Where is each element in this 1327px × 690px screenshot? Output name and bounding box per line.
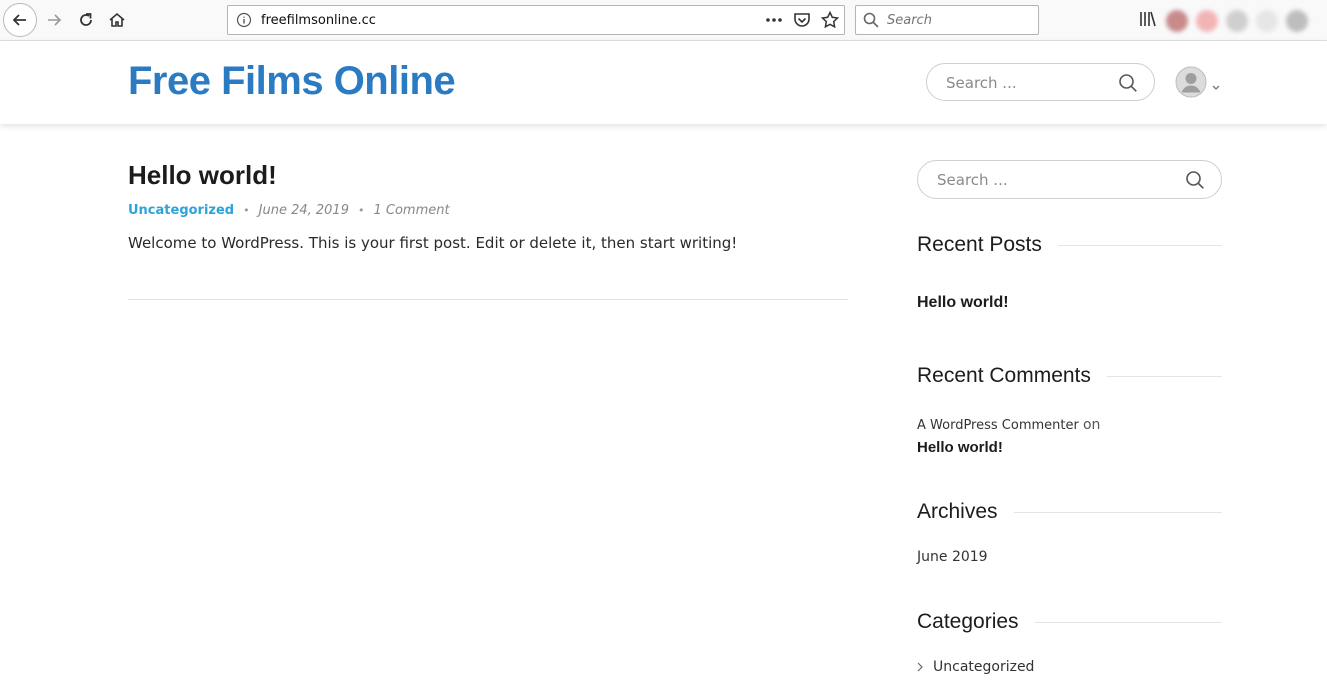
heading-rule xyxy=(1013,511,1222,513)
arrow-right-icon xyxy=(48,14,62,26)
heading-rule xyxy=(1034,621,1222,623)
search-icon[interactable] xyxy=(1118,73,1138,97)
user-avatar-icon[interactable] xyxy=(1175,66,1207,98)
recent-post-link[interactable]: Hello world! xyxy=(917,294,1009,312)
back-button[interactable] xyxy=(3,3,37,37)
heading-rule xyxy=(1106,375,1222,377)
extension-icon[interactable] xyxy=(1256,10,1278,32)
post-comments-link[interactable]: 1 Comment xyxy=(373,203,449,218)
header-search-placeholder: Search ... xyxy=(946,74,1017,92)
post-category-link[interactable]: Uncategorized xyxy=(128,203,234,218)
reload-icon xyxy=(80,13,92,26)
extension-icon[interactable] xyxy=(1286,10,1308,32)
home-icon xyxy=(109,12,125,27)
meta-separator: • xyxy=(243,204,250,217)
chevron-right-icon xyxy=(917,662,923,672)
browser-search-bar[interactable]: Search xyxy=(855,5,1039,35)
home-button[interactable] xyxy=(101,4,133,36)
recent-comment-entry: A WordPress Commenter on xyxy=(917,417,1100,433)
extension-icon[interactable] xyxy=(1166,10,1188,32)
site-header: Free Films Online Search ... xyxy=(0,41,1327,124)
info-icon[interactable] xyxy=(236,12,252,32)
sidebar-search-placeholder: Search ... xyxy=(937,171,1008,189)
search-icon xyxy=(863,12,879,32)
post-excerpt: Welcome to WordPress. This is your first… xyxy=(128,234,738,252)
extension-icon[interactable] xyxy=(1226,10,1248,32)
widget-title-text: Recent Comments xyxy=(917,364,1091,387)
post-meta: Uncategorized • June 24, 2019 • 1 Commen… xyxy=(128,203,450,218)
widget-title-text: Categories xyxy=(917,610,1019,633)
more-actions-icon[interactable] xyxy=(764,10,784,34)
comment-on-text: on xyxy=(1082,417,1101,433)
archive-link[interactable]: June 2019 xyxy=(917,549,988,565)
arrow-left-icon xyxy=(12,14,26,26)
browser-search-placeholder: Search xyxy=(887,13,932,28)
reload-button[interactable] xyxy=(70,4,102,36)
widget-title-text: Archives xyxy=(917,500,998,523)
header-search-input[interactable]: Search ... xyxy=(926,63,1155,101)
url-bar[interactable]: freefilmsonline.cc xyxy=(227,5,845,35)
category-item[interactable]: Uncategorized xyxy=(917,659,1034,675)
meta-separator: • xyxy=(357,204,365,217)
post-date[interactable]: June 24, 2019 xyxy=(259,203,349,218)
recent-comments-heading: Recent Comments xyxy=(917,364,1222,388)
categories-heading: Categories xyxy=(917,610,1222,634)
browser-toolbar: freefilmsonline.cc Search xyxy=(0,0,1327,41)
search-icon[interactable] xyxy=(1185,170,1205,194)
extension-icon[interactable] xyxy=(1196,10,1218,32)
category-link[interactable]: Uncategorized xyxy=(933,659,1034,675)
heading-rule xyxy=(1057,244,1222,246)
url-text[interactable]: freefilmsonline.cc xyxy=(261,13,376,28)
recent-posts-heading: Recent Posts xyxy=(917,233,1222,257)
comment-author-link[interactable]: A WordPress Commenter xyxy=(917,418,1079,433)
widget-title-text: Recent Posts xyxy=(917,233,1042,256)
forward-button[interactable] xyxy=(38,4,70,36)
post-divider xyxy=(128,299,848,300)
site-title[interactable]: Free Films Online xyxy=(128,59,456,104)
comment-post-link[interactable]: Hello world! xyxy=(917,439,1003,456)
pocket-icon[interactable] xyxy=(792,10,812,34)
chevron-down-icon[interactable] xyxy=(1211,77,1221,96)
post-title[interactable]: Hello world! xyxy=(128,160,277,191)
archives-heading: Archives xyxy=(917,500,1222,524)
sidebar-search-input[interactable]: Search ... xyxy=(917,160,1222,199)
bookmark-star-icon[interactable] xyxy=(820,10,840,34)
library-icon[interactable] xyxy=(1138,9,1158,33)
